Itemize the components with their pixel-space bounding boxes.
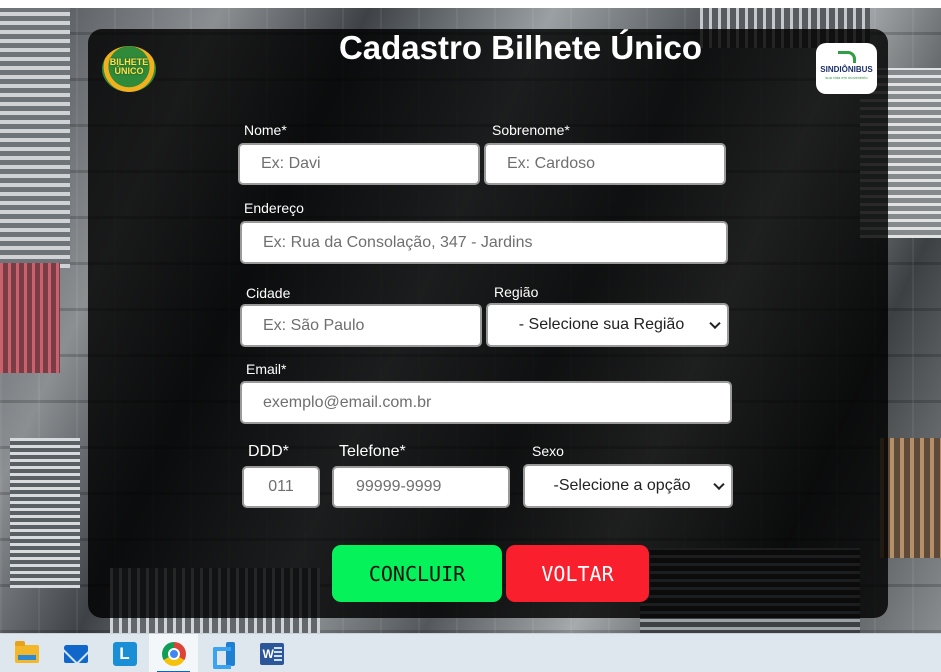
ddd-label: DDD*: [248, 443, 289, 460]
logo-right-text: SINDIÔNIBUS: [820, 65, 873, 74]
file-explorer-icon: [14, 640, 39, 663]
nome-input[interactable]: [238, 143, 480, 185]
regiao-selected-value: - Selecione sua Região: [518, 316, 685, 333]
concluir-button[interactable]: CONCLUIR: [332, 545, 502, 602]
vscode-icon: [211, 641, 235, 666]
voltar-button[interactable]: VOLTAR: [506, 545, 649, 602]
sexo-selected-value: -Selecione a opção: [553, 477, 691, 494]
regiao-label: Região: [494, 284, 539, 300]
taskbar-vscode[interactable]: [198, 634, 247, 672]
email-input[interactable]: [240, 381, 732, 424]
telefone-input[interactable]: [332, 466, 510, 508]
telefone-label: Telefone*: [339, 443, 406, 460]
launcher-l-icon: L: [112, 641, 137, 666]
regiao-select[interactable]: - Selecione sua Região: [486, 303, 729, 347]
logo-mark: [838, 51, 856, 63]
chevron-down-icon: [713, 478, 725, 491]
sexo-select[interactable]: -Selecione a opção: [523, 464, 733, 508]
taskbar-mail[interactable]: [51, 634, 100, 672]
taskbar-word[interactable]: W: [247, 634, 296, 672]
logo-right-sub: sua vida em movimento: [825, 75, 868, 80]
cidade-label: Cidade: [246, 285, 291, 301]
word-icon: W: [259, 642, 284, 665]
building: [10, 438, 80, 588]
nome-label: Nome*: [244, 122, 287, 138]
building: [880, 438, 941, 558]
endereco-label: Endereço: [244, 200, 304, 216]
taskbar: L W: [0, 633, 941, 672]
chevron-down-icon: [709, 317, 721, 330]
ddd-input[interactable]: [242, 466, 320, 508]
mail-icon: [63, 644, 88, 663]
taskbar-file-explorer[interactable]: [2, 634, 51, 672]
sobrenome-label: Sobrenome*: [492, 122, 570, 138]
taskbar-launcher[interactable]: L: [100, 634, 149, 672]
page-title: Cadastro Bilhete Único: [338, 29, 703, 66]
cidade-input[interactable]: [240, 304, 482, 347]
taskbar-chrome[interactable]: [149, 634, 198, 672]
building: [0, 263, 60, 373]
chrome-icon: [161, 641, 186, 666]
endereco-input[interactable]: [240, 221, 728, 264]
sindionibus-logo: SINDIÔNIBUS sua vida em movimento: [816, 43, 877, 94]
email-label: Email*: [246, 361, 287, 377]
sobrenome-input[interactable]: [484, 143, 726, 185]
sexo-label: Sexo: [532, 443, 564, 459]
